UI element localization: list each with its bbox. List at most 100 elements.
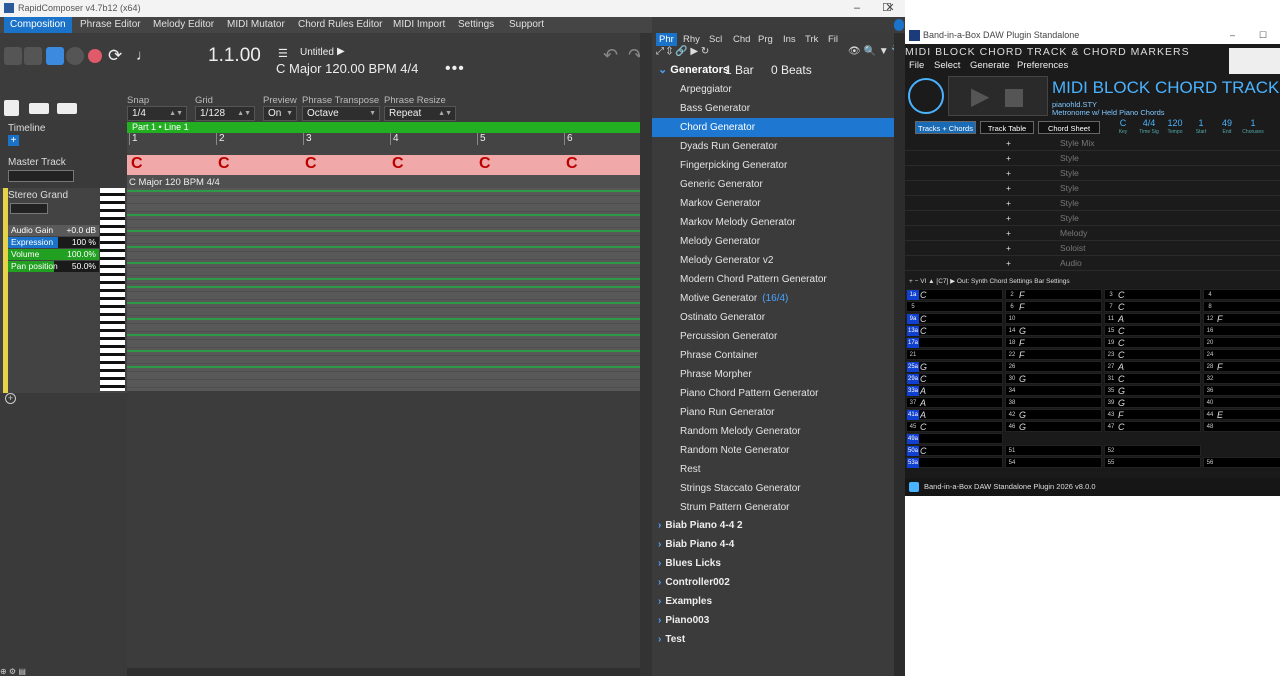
chord-cell[interactable]: 40 (1203, 397, 1280, 408)
biab-stat[interactable]: C Key (1112, 119, 1134, 137)
stop-icon[interactable] (46, 47, 64, 65)
undo-icon[interactable]: ↶ (603, 45, 618, 66)
biab-tab-tracks-chords[interactable]: Tracks + Chords (915, 121, 976, 134)
generators-folder[interactable]: ⌄ Generators (658, 63, 729, 76)
chord-cell[interactable]: 3C (1104, 289, 1201, 300)
chord-cell[interactable]: 53a (906, 457, 1003, 468)
chord-cell[interactable]: 55 (1104, 457, 1201, 468)
add-track-icon[interactable]: + (1006, 181, 1011, 196)
chord-cell[interactable]: 48 (1203, 421, 1280, 432)
chord-cell[interactable]: 22 F (1005, 349, 1102, 360)
open-icon[interactable] (29, 103, 49, 114)
generator-item[interactable]: Piano Run Generator (652, 403, 894, 422)
chord-cell[interactable]: 16 (1203, 325, 1280, 336)
chord-cell[interactable]: 44 E (1203, 409, 1280, 420)
status-icons[interactable]: ⊕ ⚙ ▤ (0, 667, 40, 676)
chord-cell[interactable]: 23 C (1104, 349, 1201, 360)
browser-scrollbar[interactable] (894, 33, 905, 676)
chord-cell[interactable]: 35 G (1104, 385, 1201, 396)
chord-cell[interactable]: 49a (906, 433, 1003, 444)
generator-item[interactable]: Ostinato Generator (652, 308, 894, 327)
menu-support[interactable]: Support (503, 17, 550, 33)
biab-chord-grid[interactable]: 1a C 2 F 3 C 4 5 6 F 7 C 8 9a C 10 11 A 12 F 13a C 14 G 15 C 16 17a… (905, 288, 1280, 478)
side-handle-icon[interactable] (894, 19, 904, 31)
part-header[interactable]: Part 1 • Line 1 (127, 122, 640, 133)
more-button[interactable]: ••• (445, 60, 465, 78)
generator-item[interactable]: Bass Generator (652, 99, 894, 118)
browser-folder[interactable]: › Biab Piano 4-4 2 (658, 516, 743, 535)
menu-melody-editor[interactable]: Melody Editor (147, 17, 220, 33)
song-title[interactable]: Untitled (300, 47, 334, 58)
transpose-select[interactable]: Octave ▼ (302, 106, 380, 121)
chord-cell[interactable]: 47 C (1104, 421, 1201, 432)
biab-menu-generate[interactable]: Generate (970, 60, 1010, 71)
generator-item[interactable]: Strum Pattern Generator (652, 498, 894, 517)
play-song-icon[interactable]: ▶ (337, 46, 345, 57)
biab-maximize-icon[interactable]: ☐ (1259, 27, 1267, 44)
chord-cell[interactable]: 11 A (1104, 313, 1201, 324)
tab-scl[interactable]: Scl (706, 33, 725, 46)
chord-cell[interactable]: 20 (1203, 337, 1280, 348)
chord-cell[interactable]: 37 A (906, 397, 1003, 408)
chord-cell[interactable]: 51 (1005, 445, 1102, 456)
tab-trk[interactable]: Trk (802, 33, 821, 46)
tab-phr[interactable]: Phr (656, 33, 677, 46)
resize-select[interactable]: Repeat ▲▼ (384, 106, 456, 121)
chord-cell[interactable]: 30 G (1005, 373, 1102, 384)
chord-cell[interactable]: 26 (1005, 361, 1102, 372)
menu-chord-rules-editor[interactable]: Chord Rules Editor (292, 17, 388, 33)
add-track-icon[interactable]: + (1006, 211, 1011, 226)
chord-cell[interactable]: 43 F (1104, 409, 1201, 420)
chord-cell[interactable]: 50a C (906, 445, 1003, 456)
snap-select[interactable]: 1/4 ▲▼ (127, 106, 187, 121)
grid-select[interactable]: 1/128 ▲▼ (195, 106, 255, 121)
tab-chd[interactable]: Chd (730, 33, 753, 46)
chord-cell[interactable]: 39 G (1104, 397, 1201, 408)
chord-cell[interactable]: 46 G (1005, 421, 1102, 432)
master-track-buttons[interactable] (8, 170, 74, 182)
generator-item[interactable]: Phrase Container (652, 346, 894, 365)
biab-stat[interactable]: 4/4 Time Sig (1138, 119, 1160, 137)
prev-icon[interactable] (24, 47, 42, 65)
menu-midi-mutator[interactable]: MIDI Mutator (221, 17, 291, 33)
track-name[interactable]: Stereo Grand (8, 190, 68, 201)
browser-folder[interactable]: › Test (658, 630, 685, 649)
new-file-icon[interactable] (4, 100, 19, 116)
biab-stop-icon[interactable] (1005, 89, 1023, 107)
add-track-icon[interactable]: + (1006, 226, 1011, 241)
generator-item[interactable]: Random Note Generator (652, 441, 894, 460)
chord-cell[interactable]: 7C (1104, 301, 1201, 312)
chord-cell[interactable]: 28 F (1203, 361, 1280, 372)
chord-cell[interactable]: 18 F (1005, 337, 1102, 348)
generator-item[interactable]: Percussion Generator (652, 327, 894, 346)
biab-play-icon[interactable]: ▶ (971, 82, 989, 111)
chord-cell[interactable]: 45 C (906, 421, 1003, 432)
biab-stat[interactable]: 120 Tempo (1164, 119, 1186, 137)
piano-keys[interactable] (100, 188, 125, 391)
minimize-icon[interactable]: – (842, 0, 872, 17)
generator-item[interactable]: Melody Generator (652, 232, 894, 251)
close-icon[interactable]: ✕ (875, 0, 905, 17)
generator-item[interactable]: Melody Generator v2 (652, 251, 894, 270)
chord-marker[interactable]: C (218, 155, 230, 173)
tab-prg[interactable]: Prg (755, 33, 776, 46)
save-icon[interactable] (57, 103, 77, 114)
chord-cell[interactable]: 52 (1104, 445, 1201, 456)
biab-stat[interactable]: 1 Choruses (1242, 119, 1264, 137)
chord-cell[interactable]: 27 A (1104, 361, 1201, 372)
chord-cell[interactable]: 14 G (1005, 325, 1102, 336)
chord-cell[interactable]: 2F (1005, 289, 1102, 300)
browser-folder[interactable]: › Blues Licks (658, 554, 721, 573)
biab-chord-toolbar[interactable]: + − VI ▲ [C7] ▶ Out: Synth Chord Setting… (905, 276, 1280, 287)
chord-cell[interactable]: 25a G (906, 361, 1003, 372)
generator-item[interactable]: Phrase Morpher (652, 365, 894, 384)
biab-menu-select[interactable]: Select (934, 60, 960, 71)
add-track-icon[interactable]: + (1006, 241, 1011, 256)
add-track-icon[interactable]: + (1006, 196, 1011, 211)
chord-cell[interactable]: 12 F (1203, 313, 1280, 324)
song-menu-icon[interactable]: ☰ (278, 47, 288, 60)
preview-select[interactable]: On ▼ (263, 106, 297, 121)
chord-track[interactable]: CCCCCC (127, 155, 640, 175)
chord-cell[interactable]: 29a C (906, 373, 1003, 384)
chord-cell[interactable]: 9a C (906, 313, 1003, 324)
